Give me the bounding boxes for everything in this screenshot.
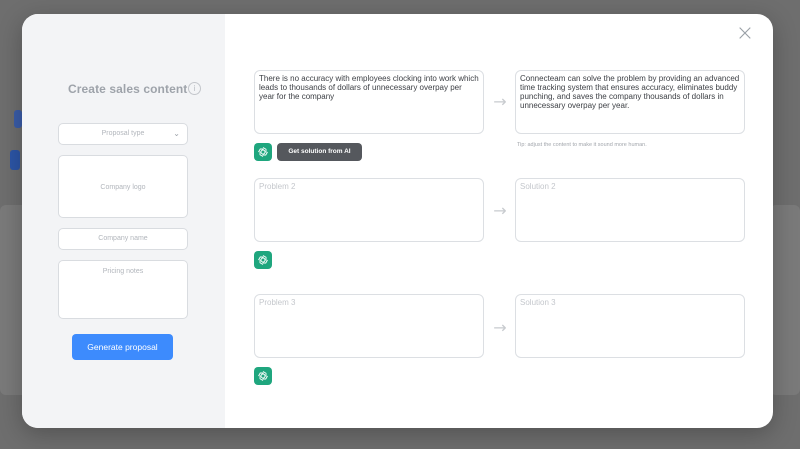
tip-text: Tip: adjust the content to make it sound… <box>517 142 647 148</box>
problem-3-textarea[interactable]: Problem 3 <box>254 294 484 358</box>
generate-proposal-button[interactable]: Generate proposal <box>72 334 173 360</box>
arrow-right-icon: → <box>493 318 507 337</box>
pricing-notes-placeholder: Pricing notes <box>102 268 144 275</box>
solution-3-textarea[interactable]: Solution 3 <box>515 294 745 358</box>
company-logo-upload[interactable]: Company logo <box>58 155 188 218</box>
get-solution-from-ai-button[interactable]: Get solution from AI <box>277 143 362 161</box>
problem-1-textarea[interactable]: There is no accuracy with employees cloc… <box>254 70 484 134</box>
proposal-settings-panel: Create sales content i Proposal type ⌄ C… <box>22 14 225 428</box>
chatgpt-icon[interactable] <box>254 367 272 385</box>
solution-2-textarea[interactable]: Solution 2 <box>515 178 745 242</box>
backdrop-accent <box>10 150 20 170</box>
arrow-right-icon: → <box>493 92 507 111</box>
chatgpt-icon[interactable] <box>254 251 272 269</box>
company-logo-placeholder: Company logo <box>100 184 146 191</box>
close-icon[interactable]: × <box>735 23 755 45</box>
solution-1-textarea[interactable]: Connecteam can solve the problem by prov… <box>515 70 745 134</box>
backdrop-card <box>770 205 800 395</box>
arrow-right-icon: → <box>493 201 507 220</box>
problem-2-textarea[interactable]: Problem 2 <box>254 178 484 242</box>
company-name-placeholder: Company name <box>98 235 148 242</box>
backdrop-accent <box>14 110 22 128</box>
info-icon[interactable]: i <box>188 82 201 95</box>
create-sales-content-modal: Create sales content i Proposal type ⌄ C… <box>22 14 773 428</box>
pricing-notes-textarea[interactable]: Pricing notes <box>58 260 188 319</box>
proposal-type-placeholder: Proposal type <box>101 130 145 137</box>
company-name-input[interactable]: Company name <box>58 228 188 250</box>
proposal-type-select[interactable]: Proposal type ⌄ <box>58 123 188 145</box>
chatgpt-icon[interactable] <box>254 143 272 161</box>
panel-title: Create sales content <box>68 82 188 96</box>
chevron-down-icon: ⌄ <box>173 129 180 138</box>
